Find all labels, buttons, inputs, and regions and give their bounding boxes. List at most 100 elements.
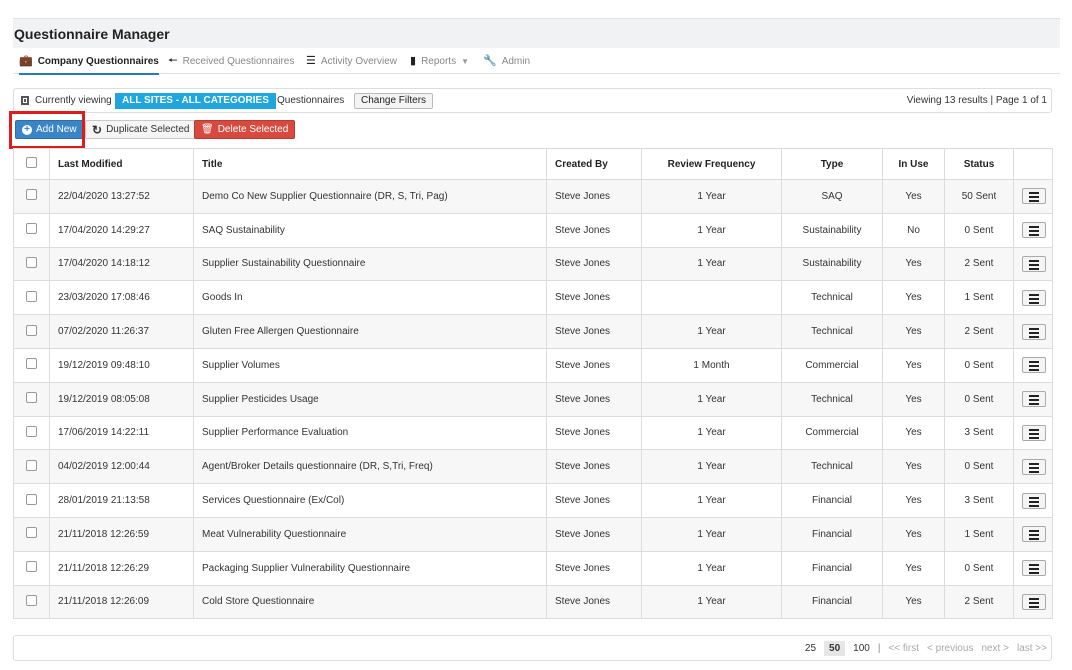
row-menu-button[interactable] xyxy=(1022,391,1046,408)
table-row[interactable]: 04/02/2019 12:00:44 Agent/Broker Details … xyxy=(13,449,1053,485)
app-title: Questionnaire Manager xyxy=(14,26,170,42)
questionnaire-table: Last Modified Title Created By Review Fr… xyxy=(13,148,1053,620)
table-row[interactable]: 17/04/2020 14:29:27 SAQ Sustainability Ste… xyxy=(13,212,1053,248)
row-menu-button[interactable] xyxy=(1022,492,1046,509)
filter-pill[interactable]: ALL SITES - ALL CATEGORIES xyxy=(115,92,276,109)
chevron-down-icon: ▼ xyxy=(461,56,469,66)
tab-label: Activity Overview xyxy=(320,55,397,67)
col-status[interactable]: Status xyxy=(944,148,1014,180)
row-checkbox[interactable] xyxy=(26,425,37,437)
tab-admin[interactable]: 🔧 Admin xyxy=(483,48,530,74)
row-title: Cold Store Questionnaire xyxy=(193,584,547,620)
table-row[interactable]: 21/11/2018 12:26:09 Cold Store Questionna… xyxy=(13,584,1053,620)
row-checkbox[interactable] xyxy=(26,256,37,268)
row-menu-button[interactable] xyxy=(1022,424,1046,441)
table-row[interactable]: 28/01/2019 21:13:58 Services Questionnair… xyxy=(13,483,1053,518)
row-review-frequency: 1 Year xyxy=(641,483,782,518)
table-row[interactable]: 17/04/2020 14:18:12 Supplier Sustainabili… xyxy=(13,246,1053,282)
col-created-by[interactable]: Created By xyxy=(546,148,642,180)
duplicate-selected-button[interactable]: ↻ Duplicate Selected xyxy=(85,120,197,139)
page-size-100[interactable]: 100 xyxy=(853,643,870,654)
delete-selected-button[interactable]: 🗑 Delete Selected xyxy=(194,120,296,139)
filter-prefix: Currently viewing xyxy=(35,95,112,106)
row-menu-button[interactable] xyxy=(1022,323,1046,340)
row-checkbox[interactable] xyxy=(26,561,37,573)
row-title: Services Questionnaire (Ex/Col) xyxy=(193,483,547,518)
row-checkbox[interactable] xyxy=(26,324,37,336)
duplicate-label: Duplicate Selected xyxy=(106,124,190,135)
row-menu-button[interactable] xyxy=(1022,526,1046,543)
tab-received-questionnaires[interactable]: 🠔 Received Questionnaires xyxy=(168,48,294,74)
row-checkbox[interactable] xyxy=(26,358,37,370)
row-type: Financial xyxy=(781,584,883,620)
col-type[interactable]: Type xyxy=(781,148,883,180)
row-menu-button[interactable] xyxy=(1022,255,1046,272)
row-review-frequency: 1 Year xyxy=(641,449,782,485)
row-checkbox[interactable] xyxy=(26,392,37,404)
tab-company-questionnaires[interactable]: 💼 Company Questionnaires xyxy=(19,48,159,75)
wrench-icon: 🔧 xyxy=(483,54,497,67)
tab-label: Admin xyxy=(501,55,531,67)
row-actions-cell xyxy=(1013,516,1053,552)
row-created-by: Steve Jones xyxy=(546,212,642,248)
table-row[interactable]: 07/02/2020 11:26:37 Gluten Free Allergen … xyxy=(13,314,1053,349)
previous-page-link[interactable]: < previous xyxy=(927,643,973,654)
tab-reports[interactable]: ▮ Reports ▼ xyxy=(410,48,469,74)
pagination-bar: 25 50 100 | << first < previous next > l… xyxy=(13,635,1052,661)
row-checkbox[interactable] xyxy=(26,223,37,235)
row-checkbox[interactable] xyxy=(26,594,37,606)
change-filters-button[interactable]: Change Filters xyxy=(354,92,434,109)
row-in-use: Yes xyxy=(882,415,945,451)
table-row[interactable]: 17/06/2019 14:22:11 Supplier Performance … xyxy=(13,415,1053,451)
row-in-use: Yes xyxy=(882,314,945,349)
tab-label: Reports xyxy=(421,55,457,67)
col-in-use[interactable]: In Use xyxy=(882,148,945,180)
row-menu-button[interactable] xyxy=(1022,222,1046,239)
row-type: Financial xyxy=(781,550,883,586)
row-status: 0 Sent xyxy=(944,550,1014,586)
first-page-link[interactable]: << first xyxy=(888,643,919,654)
col-last-modified[interactable]: Last Modified xyxy=(49,148,194,180)
row-status: 0 Sent xyxy=(944,347,1014,383)
row-checkbox[interactable] xyxy=(26,290,37,302)
row-last-modified: 17/04/2020 14:18:12 xyxy=(49,246,194,282)
row-menu-button[interactable] xyxy=(1022,560,1046,577)
row-checkbox[interactable] xyxy=(26,459,37,471)
row-review-frequency: 1 Year xyxy=(641,246,782,282)
row-select-cell xyxy=(13,314,50,349)
row-status: 1 Sent xyxy=(944,280,1014,316)
row-menu-button[interactable] xyxy=(1022,357,1046,374)
select-all-checkbox[interactable] xyxy=(26,157,37,168)
row-status: 3 Sent xyxy=(944,483,1014,518)
row-menu-button[interactable] xyxy=(1022,188,1046,205)
table-row[interactable]: 23/03/2020 17:08:46 Goods In Steve Jones Te… xyxy=(13,280,1053,316)
table-row[interactable]: 22/04/2020 13:27:52 Demo Co New Supplier … xyxy=(13,179,1053,214)
next-page-link[interactable]: next > xyxy=(981,643,1009,654)
briefcase-icon: 💼 xyxy=(19,54,33,67)
table-row[interactable]: 19/12/2019 09:48:10 Supplier Volumes Steve… xyxy=(13,347,1053,383)
row-checkbox[interactable] xyxy=(26,493,37,505)
table-row[interactable]: 19/12/2019 08:05:08 Supplier Pesticides U… xyxy=(13,381,1053,417)
row-menu-button[interactable] xyxy=(1022,458,1046,475)
row-actions-cell xyxy=(1013,550,1053,586)
filter-bar: Currently viewing ALL SITES - ALL CATEGO… xyxy=(13,88,1052,113)
col-title[interactable]: Title xyxy=(193,148,547,180)
current-filter: Currently viewing xyxy=(21,89,112,112)
page-size-50[interactable]: 50 xyxy=(824,640,846,656)
row-checkbox[interactable] xyxy=(26,189,37,201)
row-in-use: Yes xyxy=(882,381,945,417)
last-page-link[interactable]: last >> xyxy=(1017,643,1047,654)
row-title: Packaging Supplier Vulnerability Questio… xyxy=(193,550,547,586)
tab-activity-overview[interactable]: ☰ Activity Overview xyxy=(306,48,397,74)
row-last-modified: 23/03/2020 17:08:46 xyxy=(49,280,194,316)
row-menu-button[interactable] xyxy=(1022,289,1046,306)
page-size-25[interactable]: 25 xyxy=(805,643,816,654)
row-status: 2 Sent xyxy=(944,314,1014,349)
row-checkbox[interactable] xyxy=(26,527,37,539)
row-menu-button[interactable] xyxy=(1022,593,1046,610)
filter-suffix-wrap: Questionnaires xyxy=(277,89,344,112)
row-in-use: Yes xyxy=(882,516,945,552)
col-review-frequency[interactable]: Review Frequency xyxy=(641,148,782,180)
table-row[interactable]: 21/11/2018 12:26:29 Packaging Supplier Vu… xyxy=(13,550,1053,586)
table-row[interactable]: 21/11/2018 12:26:59 Meat Vulnerability Qu… xyxy=(13,516,1053,552)
